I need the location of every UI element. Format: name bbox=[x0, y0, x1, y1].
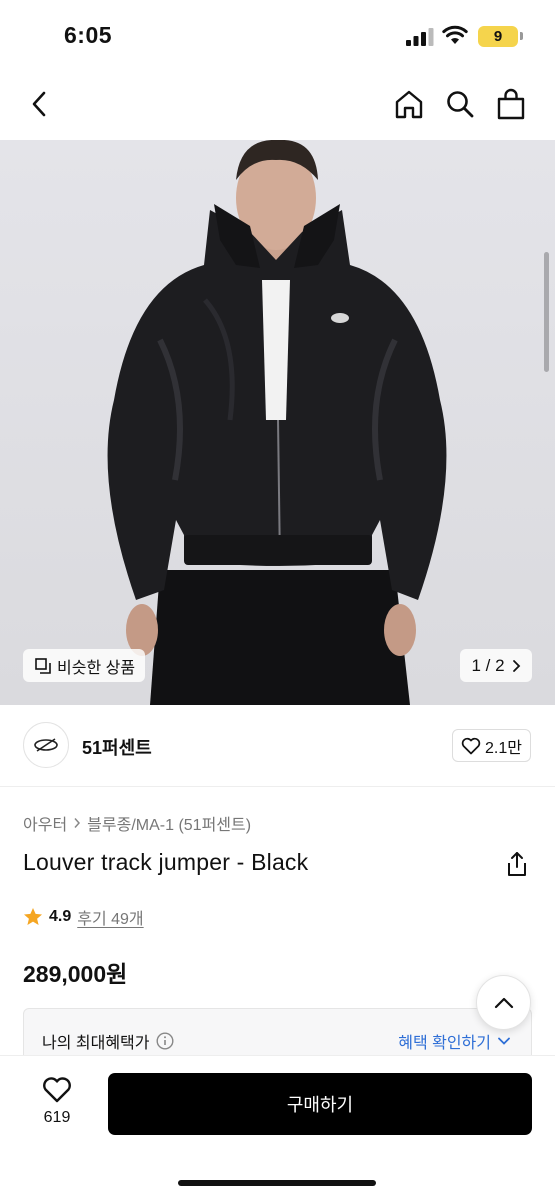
brand-like-button[interactable]: 2.1만 bbox=[452, 729, 531, 762]
brand-row: 51퍼센트 2.1만 bbox=[0, 705, 555, 787]
check-benefit-text: 혜택 확인하기 bbox=[398, 1035, 491, 1052]
breadcrumb-subcategory[interactable]: 블루종/MA-1 (51퍼센트) bbox=[87, 811, 251, 835]
heart-icon bbox=[461, 737, 481, 754]
product-image-carousel[interactable] bbox=[0, 140, 555, 705]
star-icon bbox=[24, 908, 42, 925]
product-photo bbox=[107, 140, 447, 705]
rating-score: 4.9 bbox=[49, 908, 72, 925]
scroll-to-top-button[interactable] bbox=[476, 975, 531, 1030]
home-indicator bbox=[178, 1180, 376, 1186]
chevron-right-icon bbox=[512, 659, 520, 672]
buy-button[interactable]: 구매하기 bbox=[108, 1073, 532, 1135]
heart-icon bbox=[43, 1077, 71, 1103]
home-icon bbox=[395, 90, 423, 119]
bottom-action-bar: 619 구매하기 bbox=[0, 1055, 555, 1200]
similar-products-button[interactable]: 비슷한 상품 bbox=[23, 649, 146, 682]
chevron-left-icon bbox=[32, 91, 46, 117]
chevron-down-icon bbox=[498, 1037, 510, 1045]
check-benefit-link[interactable]: 혜택 확인하기 bbox=[398, 1029, 511, 1053]
rating-row: 4.9 후기 49개 bbox=[23, 905, 144, 929]
scrollbar[interactable] bbox=[544, 252, 549, 372]
shopping-bag-icon bbox=[497, 88, 525, 120]
battery-nub bbox=[520, 32, 523, 40]
cart-button[interactable] bbox=[491, 84, 531, 124]
top-navigation bbox=[0, 70, 555, 140]
back-button[interactable] bbox=[20, 84, 60, 124]
wishlist-count: 619 bbox=[43, 1109, 71, 1126]
review-count-link[interactable]: 후기 49개 bbox=[77, 905, 143, 929]
status-time: 6:05 bbox=[64, 22, 113, 48]
max-benefit-label: 나의 최대혜택가 bbox=[42, 1029, 174, 1053]
brand-logo[interactable] bbox=[23, 722, 69, 768]
breadcrumb-category[interactable]: 아우터 bbox=[23, 811, 67, 835]
share-icon[interactable] bbox=[505, 851, 529, 877]
cellular-signal-icon bbox=[406, 28, 434, 46]
product-price: 289,000원 bbox=[23, 961, 128, 987]
home-button[interactable] bbox=[389, 84, 429, 124]
info-icon[interactable] bbox=[155, 1032, 174, 1050]
search-button[interactable] bbox=[440, 84, 480, 124]
max-benefit-text: 나의 최대혜택가 bbox=[42, 1035, 150, 1052]
search-icon bbox=[447, 91, 474, 118]
product-title: Louver track jumper - Black bbox=[23, 849, 309, 875]
battery-level: 9 bbox=[493, 28, 503, 45]
brand-logo-mark bbox=[34, 738, 58, 752]
status-bar: 6:05 9 bbox=[0, 0, 555, 70]
similar-products-icon bbox=[35, 657, 51, 674]
breadcrumb: 아우터 블루종/MA-1 (51퍼센트) bbox=[23, 811, 251, 835]
wifi-icon bbox=[442, 25, 468, 44]
page-indicator-text: 1 / 2 bbox=[471, 655, 505, 675]
chevron-right-icon bbox=[74, 818, 81, 828]
wishlist-button[interactable]: 619 bbox=[30, 1076, 84, 1136]
brand-name[interactable]: 51퍼센트 bbox=[82, 734, 152, 760]
chevron-up-icon bbox=[494, 997, 513, 1008]
similar-products-label: 비슷한 상품 bbox=[57, 659, 136, 677]
battery-indicator: 9 bbox=[478, 26, 518, 47]
image-page-indicator[interactable]: 1 / 2 bbox=[460, 649, 532, 682]
brand-like-count: 2.1만 bbox=[485, 739, 522, 757]
